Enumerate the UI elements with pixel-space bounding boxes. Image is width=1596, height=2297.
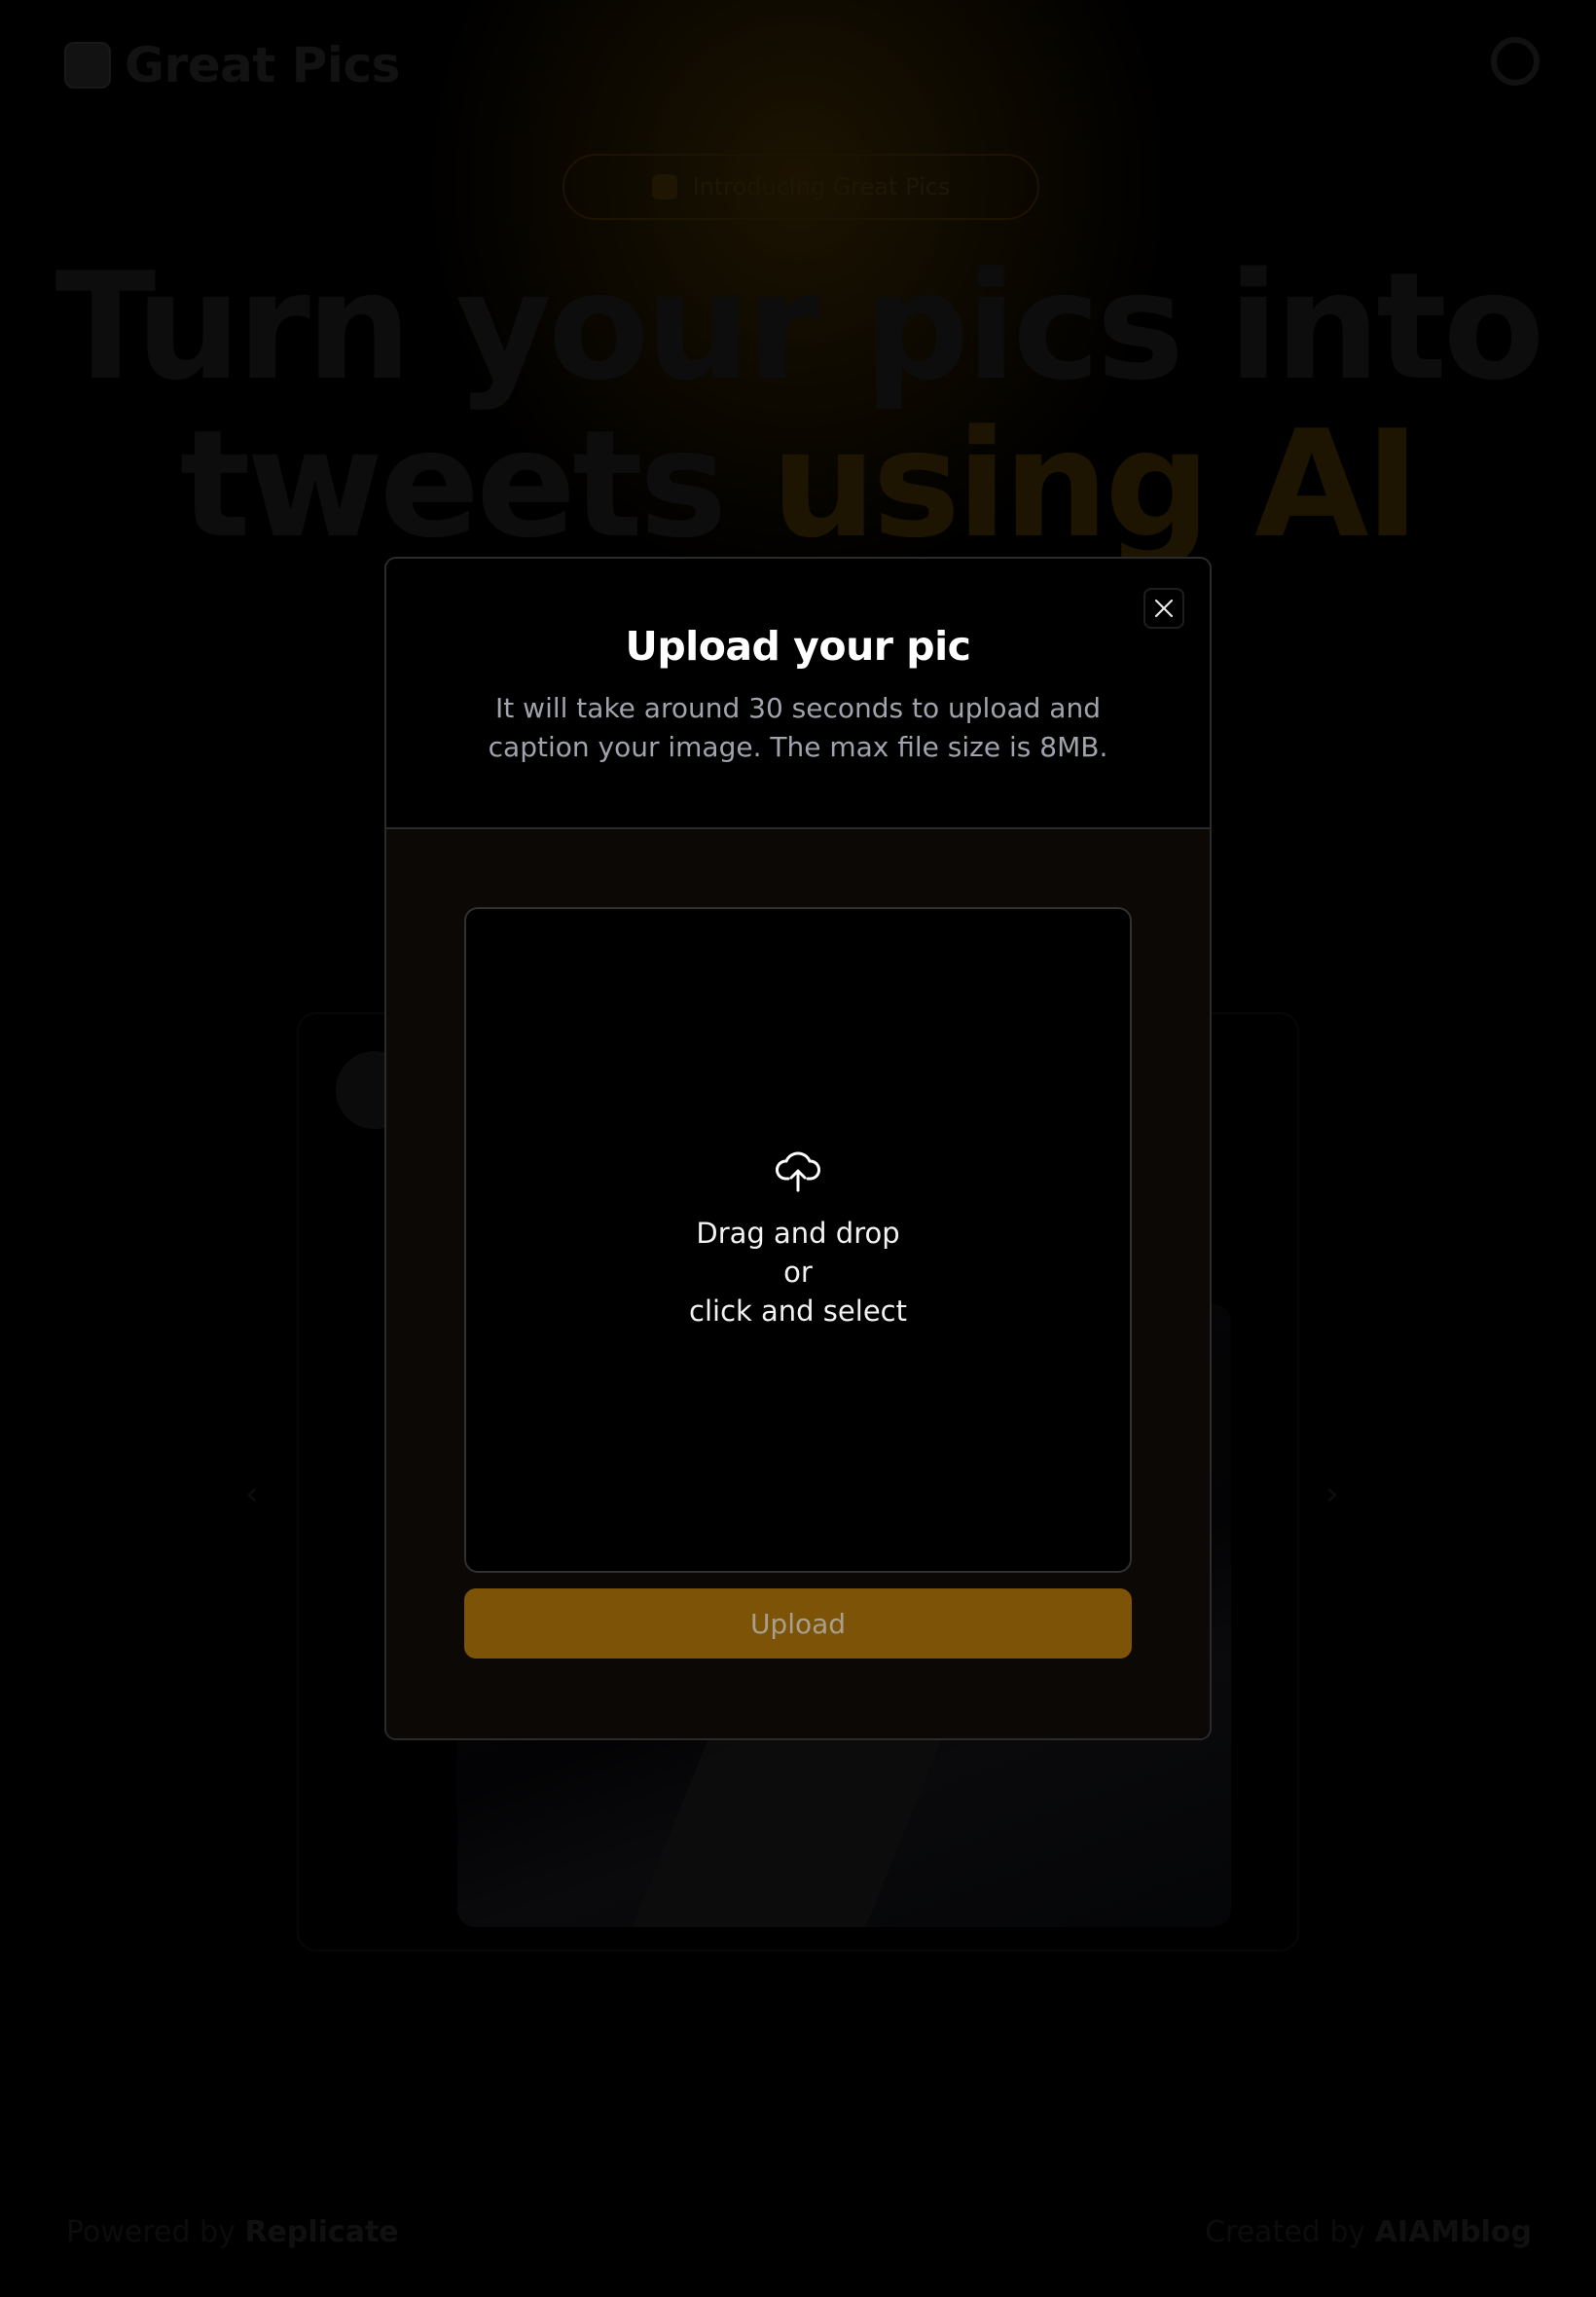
dropzone-text-line-1: Drag and drop <box>696 1217 900 1250</box>
close-button[interactable] <box>1143 588 1184 629</box>
modal-title: Upload your pic <box>625 623 971 670</box>
modal-description: It will take around 30 seconds to upload… <box>488 692 1108 763</box>
cloud-upload-icon <box>776 1151 820 1192</box>
upload-button[interactable]: Upload <box>464 1588 1132 1659</box>
file-dropzone[interactable]: Drag and drop or click and select <box>464 907 1132 1573</box>
page: Great Pics Introducing Great Pics Turn y… <box>0 0 1596 2297</box>
upload-modal: Upload your pic It will take around 30 s… <box>384 557 1212 1740</box>
dropzone-text-line-3: click and select <box>689 1294 907 1328</box>
modal-body: Drag and drop or click and select Upload <box>386 829 1210 1738</box>
modal-header: Upload your pic It will take around 30 s… <box>386 559 1210 829</box>
dropzone-text-line-2: or <box>783 1256 813 1289</box>
close-icon <box>1154 599 1174 618</box>
